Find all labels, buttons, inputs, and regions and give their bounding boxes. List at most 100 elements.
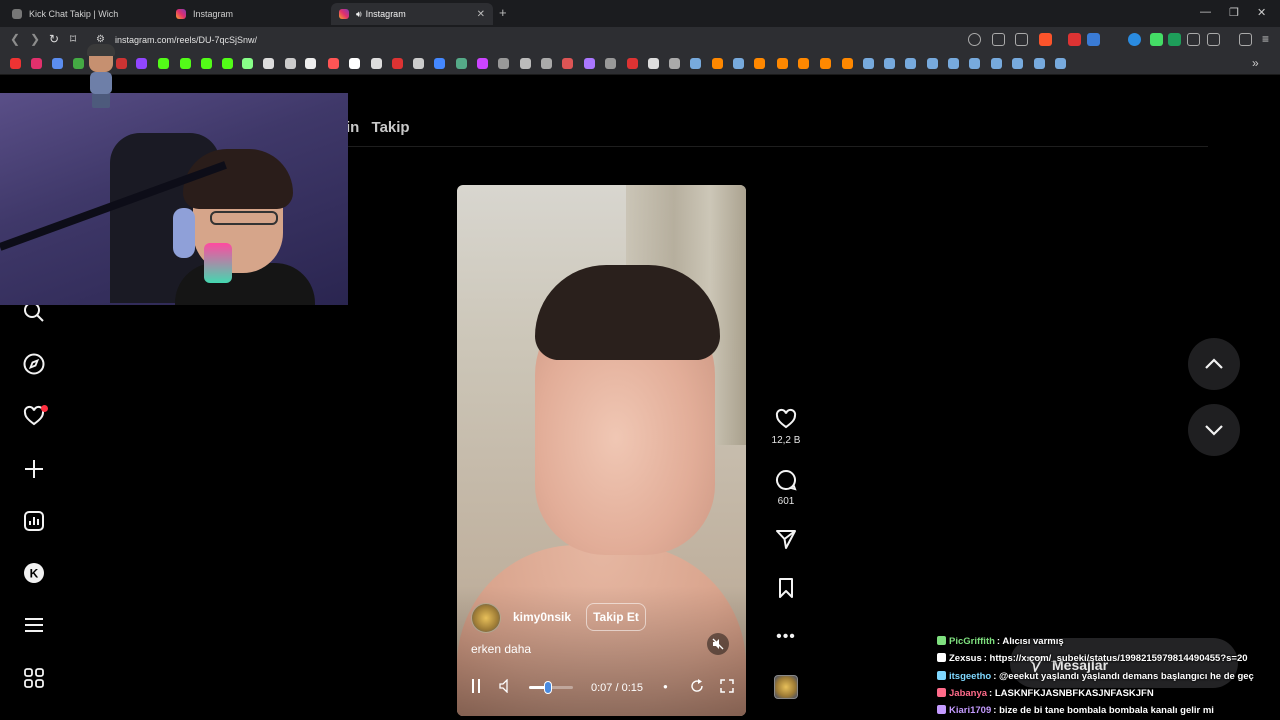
bookmark-favicon-icon[interactable] <box>116 58 127 69</box>
like-button[interactable]: 12,2 B <box>771 408 801 446</box>
close-window-button[interactable]: ✕ <box>1257 6 1266 19</box>
bookmark-favicon-icon[interactable] <box>1034 58 1045 69</box>
more-menu-icon[interactable] <box>22 613 46 637</box>
create-plus-icon[interactable] <box>22 457 46 481</box>
bookmark-favicon-icon[interactable] <box>73 58 84 69</box>
minimize-button[interactable]: — <box>1200 6 1211 18</box>
brave-shield-icon[interactable] <box>1039 33 1052 46</box>
tab-following[interactable]: Takip <box>372 119 410 136</box>
fullscreen-icon[interactable] <box>720 679 734 696</box>
bookmark-favicon-icon[interactable] <box>605 58 616 69</box>
tab-instagram-active[interactable]: 🔊︎ Instagram ✕ <box>331 3 493 25</box>
bookmark-favicon-icon[interactable] <box>842 58 853 69</box>
bookmark-favicon-icon[interactable] <box>969 58 980 69</box>
bookmark-favicon-icon[interactable] <box>820 58 831 69</box>
bookmark-favicon-icon[interactable] <box>520 58 531 69</box>
menu-icon[interactable]: ≡ <box>1262 32 1269 46</box>
forward-button[interactable]: ❯ <box>30 32 40 46</box>
threads-icon[interactable]: K <box>22 561 46 585</box>
progress-handle[interactable] <box>543 681 552 694</box>
tab-for-you-fragment[interactable]: in <box>346 119 359 136</box>
bookmark-favicon-icon[interactable] <box>669 58 680 69</box>
bookmark-favicon-icon[interactable] <box>927 58 938 69</box>
bookmark-favicon-icon[interactable] <box>1012 58 1023 69</box>
reload-button[interactable]: ↻ <box>49 32 59 46</box>
bookmark-favicon-icon[interactable] <box>371 58 382 69</box>
tab-instagram-1[interactable]: Instagram <box>168 3 330 25</box>
more-options-button[interactable]: ••• <box>771 625 801 649</box>
bookmark-favicon-icon[interactable] <box>201 58 212 69</box>
extension-icon[interactable] <box>1128 33 1141 46</box>
bookmark-favicon-icon[interactable] <box>392 58 403 69</box>
follow-button[interactable]: Takip Et <box>586 603 646 631</box>
extension-icon[interactable] <box>1168 33 1181 46</box>
bookmark-favicon-icon[interactable] <box>905 58 916 69</box>
media-icon[interactable] <box>1239 33 1252 46</box>
close-tab-icon[interactable]: ✕ <box>477 9 485 20</box>
bookmark-favicon-icon[interactable] <box>948 58 959 69</box>
audio-thumbnail[interactable] <box>774 675 798 699</box>
more-bookmarks-icon[interactable]: » <box>1252 56 1259 70</box>
bookmark-favicon-icon[interactable] <box>349 58 360 69</box>
bookmark-favicon-icon[interactable] <box>136 58 147 69</box>
bookmark-favicon-icon[interactable] <box>884 58 895 69</box>
bookmark-favicon-icon[interactable] <box>863 58 874 69</box>
bookmark-favicon-icon[interactable] <box>777 58 788 69</box>
bookmark-favicon-icon[interactable] <box>10 58 21 69</box>
bookmark-favicon-icon[interactable] <box>31 58 42 69</box>
bookmark-favicon-icon[interactable] <box>305 58 316 69</box>
tab-kick-chat[interactable]: Kick Chat Takip | Wich <box>4 3 169 25</box>
restore-button[interactable]: ❐ <box>1229 6 1239 19</box>
extension-icon[interactable] <box>1087 33 1100 46</box>
bookmark-favicon-icon[interactable] <box>562 58 573 69</box>
bookmark-favicon-icon[interactable] <box>754 58 765 69</box>
pause-icon[interactable] <box>471 679 481 696</box>
bookmark-favicon-icon[interactable] <box>733 58 744 69</box>
new-tab-button[interactable]: + <box>499 5 507 20</box>
extensions-puzzle-icon[interactable] <box>1187 33 1200 46</box>
bookmark-favicon-icon[interactable] <box>158 58 169 69</box>
bookmark-favicon-icon[interactable] <box>991 58 1002 69</box>
volume-icon[interactable] <box>499 678 511 696</box>
bookmark-favicon-icon[interactable] <box>242 58 253 69</box>
bookmark-favicon-icon[interactable] <box>222 58 233 69</box>
bookmark-favicon-icon[interactable] <box>498 58 509 69</box>
bookmark-favicon-icon[interactable] <box>798 58 809 69</box>
back-button[interactable]: ❮ <box>10 32 20 46</box>
bookmark-favicon-icon[interactable] <box>263 58 274 69</box>
bookmark-favicon-icon[interactable] <box>648 58 659 69</box>
reel-username[interactable]: kimy0nsik <box>513 610 571 624</box>
bookmark-favicon-icon[interactable] <box>413 58 424 69</box>
avatar[interactable] <box>471 603 501 633</box>
previous-reel-button[interactable] <box>1188 338 1240 390</box>
url-field[interactable]: instagram.com/reels/DU-7qcSjSnw/ <box>115 35 257 45</box>
bookmark-favicon-icon[interactable] <box>285 58 296 69</box>
share-button[interactable] <box>771 528 801 552</box>
dashboard-icon[interactable] <box>22 509 46 533</box>
next-reel-button[interactable] <box>1188 404 1240 456</box>
explore-compass-icon[interactable] <box>22 352 46 376</box>
bookmark-favicon-icon[interactable] <box>541 58 552 69</box>
apps-grid-icon[interactable] <box>22 666 46 690</box>
bookmark-favicon-icon[interactable] <box>1055 58 1066 69</box>
comment-button[interactable]: 601 <box>771 469 801 507</box>
bookmark-favicon-icon[interactable] <box>477 58 488 69</box>
bookmark-favicon-icon[interactable] <box>456 58 467 69</box>
muted-icon[interactable] <box>707 633 729 655</box>
replay-icon[interactable] <box>690 679 704 696</box>
bookmark-icon[interactable]: ⌑ <box>70 32 76 46</box>
bookmark-favicon-icon[interactable] <box>627 58 638 69</box>
reel-video[interactable]: kimy0nsik Takip Et erken daha 0:07 / 0:1… <box>457 185 746 716</box>
save-button[interactable] <box>771 577 801 601</box>
zoom-icon[interactable] <box>968 33 981 46</box>
sidebar-icon[interactable] <box>1207 33 1220 46</box>
bookmark-favicon-icon[interactable] <box>690 58 701 69</box>
bookmark-favicon-icon[interactable] <box>434 58 445 69</box>
extension-icon[interactable] <box>1068 33 1081 46</box>
share-icon[interactable] <box>1015 33 1028 46</box>
bookmark-favicon-icon[interactable] <box>180 58 191 69</box>
bookmark-favicon-icon[interactable] <box>712 58 723 69</box>
bookmark-favicon-icon[interactable] <box>328 58 339 69</box>
bookmark-favicon-icon[interactable] <box>52 58 63 69</box>
progress-bar[interactable] <box>529 681 573 694</box>
